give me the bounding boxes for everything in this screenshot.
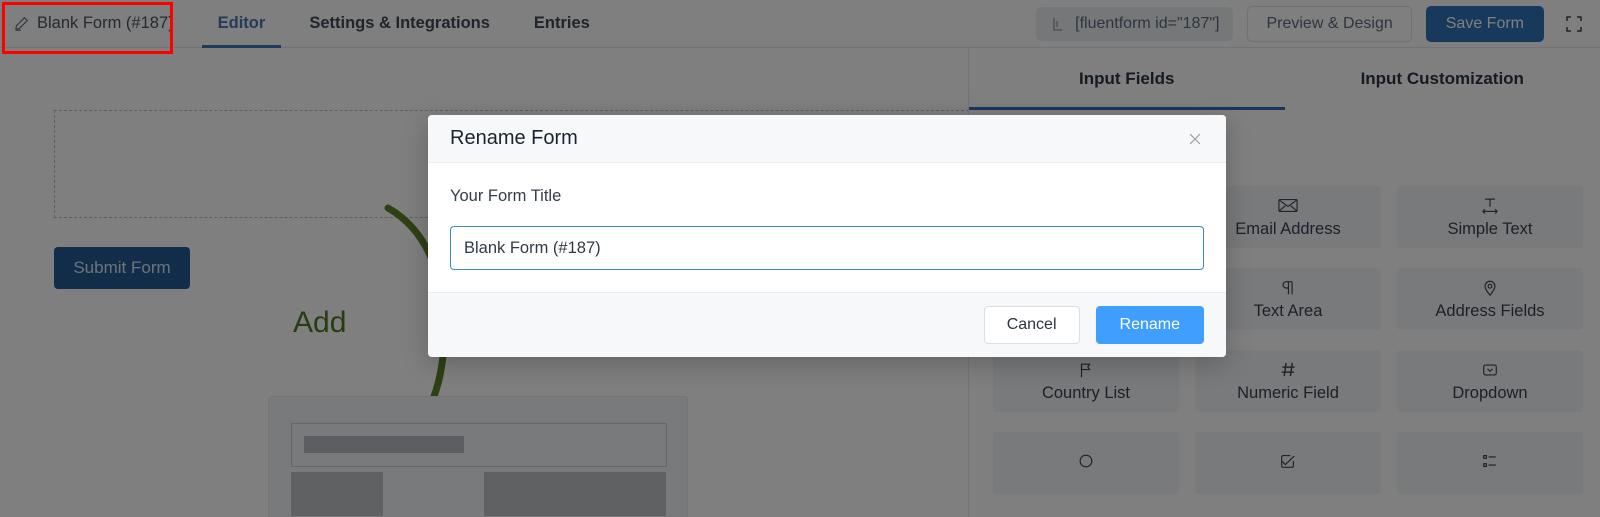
dialog-title: Rename Form bbox=[450, 127, 578, 149]
rename-button[interactable]: Rename bbox=[1095, 306, 1204, 344]
form-title-input[interactable] bbox=[450, 226, 1204, 270]
rename-form-dialog: Rename Form Your Form Title Cancel Renam… bbox=[428, 115, 1226, 357]
app-root: Blank Form (#187) Editor Settings & Inte… bbox=[0, 0, 1600, 517]
close-icon[interactable] bbox=[1184, 128, 1206, 150]
form-title-field-label: Your Form Title bbox=[450, 187, 562, 205]
dialog-footer: Cancel Rename bbox=[428, 292, 1226, 357]
dialog-header: Rename Form bbox=[428, 115, 1226, 163]
cancel-button[interactable]: Cancel bbox=[983, 306, 1080, 344]
dialog-body: Your Form Title bbox=[428, 163, 1226, 292]
